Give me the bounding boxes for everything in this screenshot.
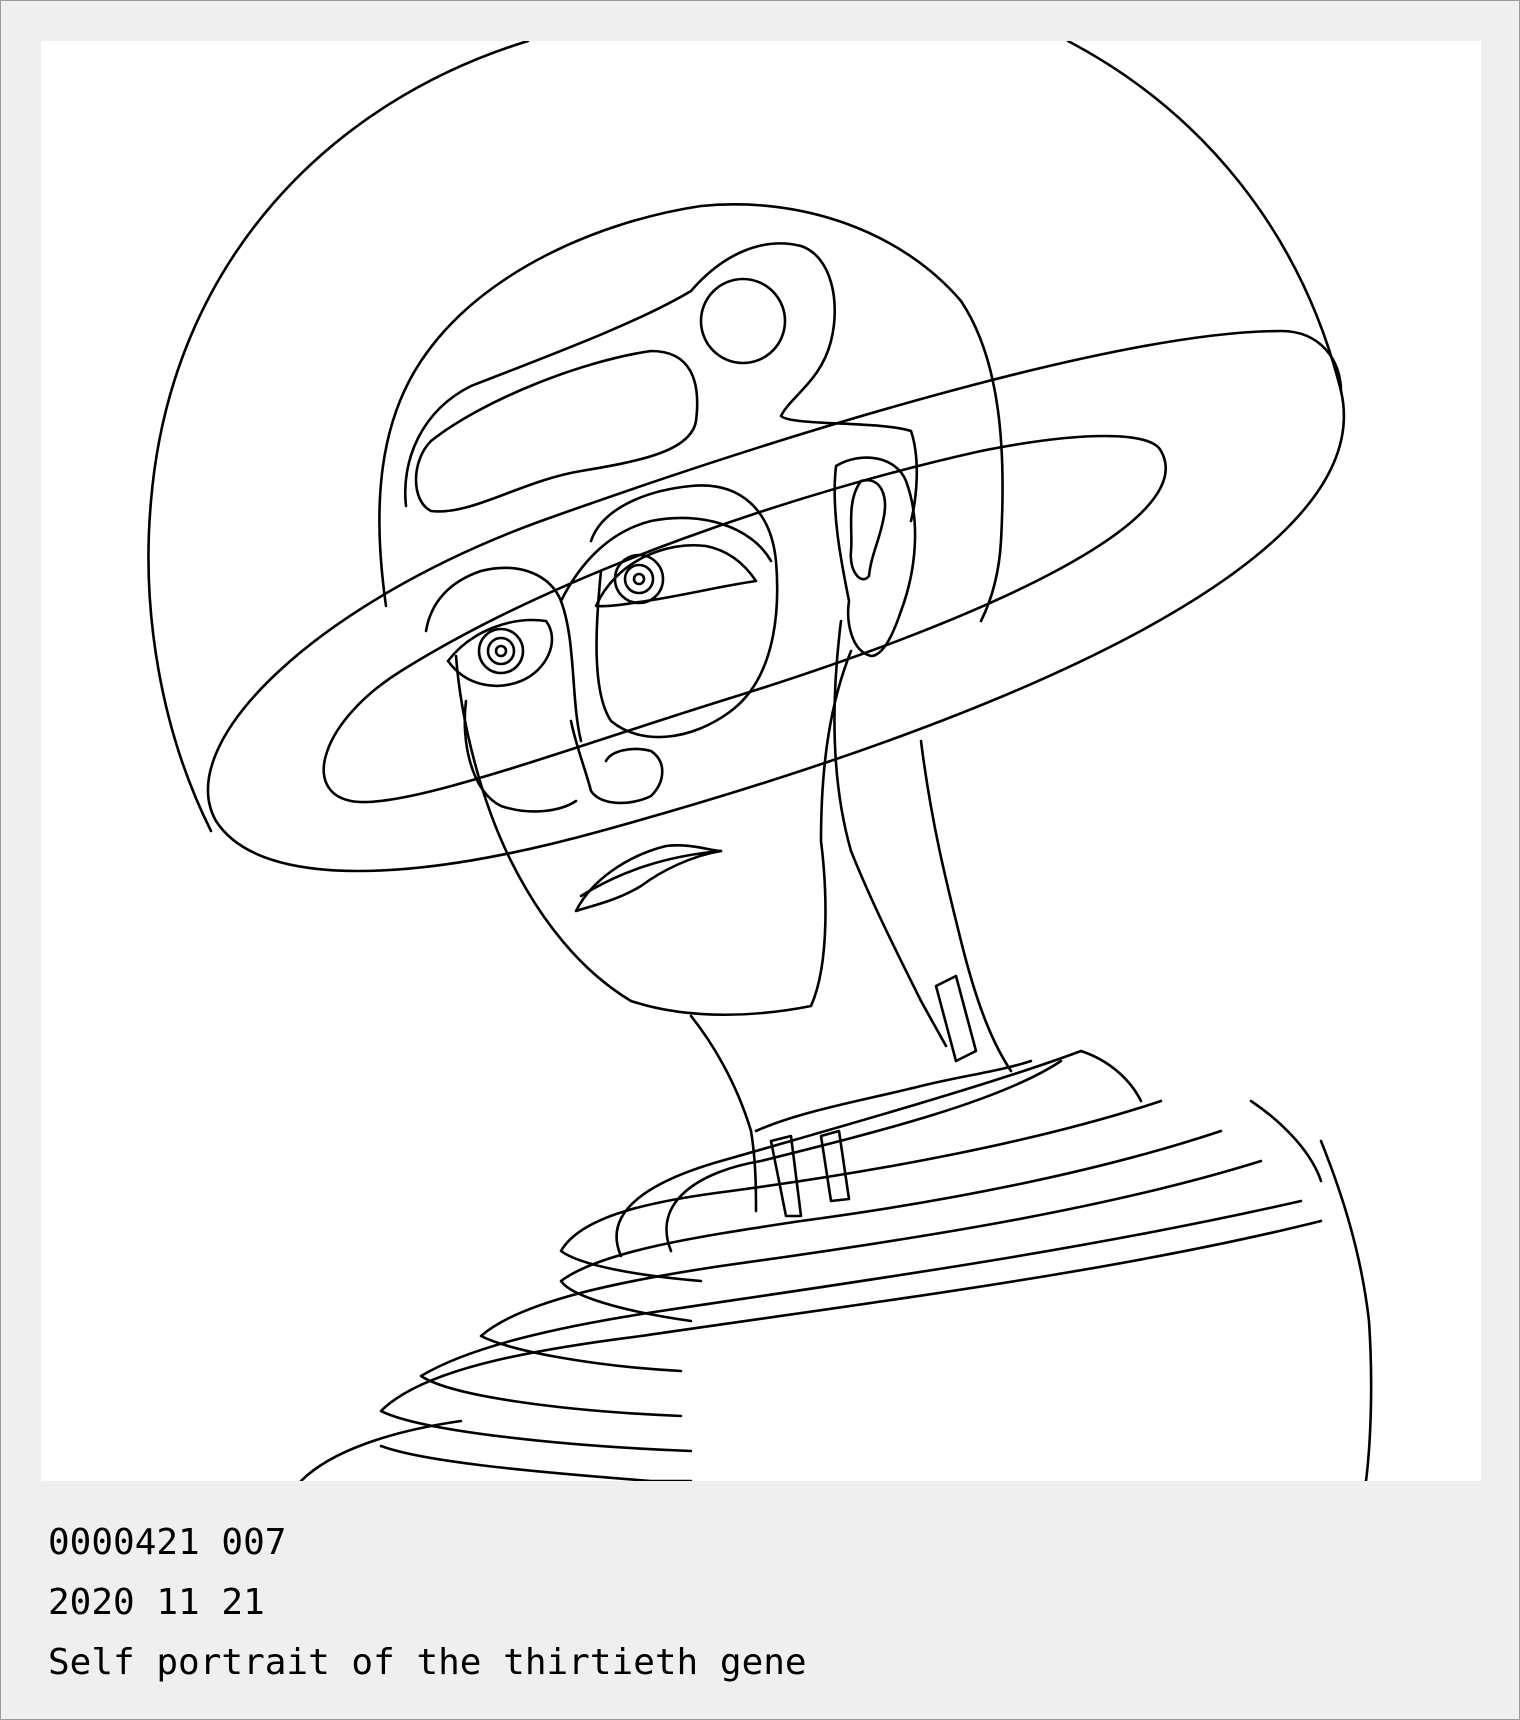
shoulder-ring-8 xyxy=(379,1444,693,1481)
face-inner-right xyxy=(589,484,779,739)
artwork-image xyxy=(41,41,1481,1481)
shoulder-outer xyxy=(299,1419,463,1481)
right-eye xyxy=(594,543,758,608)
ear-inner xyxy=(849,478,887,581)
right-iris-ring xyxy=(623,563,655,595)
right-iris xyxy=(613,553,665,605)
dome-outline xyxy=(147,41,530,833)
ear-outline xyxy=(833,456,917,658)
cap-inner-rect xyxy=(414,349,699,513)
artwork-date: 2020 11 21 xyxy=(48,1582,265,1623)
caption-block: 0000421 007 2020 11 21 Self portrait of … xyxy=(48,1513,807,1693)
artwork-serial: 0000421 007 xyxy=(48,1522,287,1563)
nose-left xyxy=(463,699,578,813)
left-iris xyxy=(477,627,525,675)
line-art-portrait-icon xyxy=(147,41,1373,1481)
shoulder-ring-2 xyxy=(615,1049,1143,1258)
artwork-title: Self portrait of the thirtieth gene xyxy=(48,1642,807,1683)
torso-right xyxy=(1319,1139,1373,1481)
shoulder-ring-7 xyxy=(379,1219,1323,1453)
brow-contour xyxy=(559,516,773,603)
shoulder-ring-3 xyxy=(559,1099,1163,1283)
right-pupil xyxy=(632,572,646,586)
mouth-line xyxy=(579,849,723,898)
left-pupil xyxy=(494,644,508,658)
cap-circle xyxy=(699,277,787,365)
dome-outline-right xyxy=(1066,41,1343,393)
torso-inner xyxy=(1249,1099,1323,1183)
mouth xyxy=(574,844,723,913)
neck-strap xyxy=(833,619,948,1048)
left-iris-ring xyxy=(486,636,516,666)
print-card: 0000421 007 2020 11 21 Self portrait of … xyxy=(0,0,1520,1720)
face-outline xyxy=(454,649,853,1017)
shoulder-ring-4 xyxy=(559,1129,1223,1323)
neck-right xyxy=(919,739,1013,1073)
shoulder-ring-6 xyxy=(419,1199,1303,1418)
collar-bar-1 xyxy=(769,1134,803,1218)
hat-brim-inner xyxy=(322,434,1168,804)
rear-strap xyxy=(934,974,978,1063)
